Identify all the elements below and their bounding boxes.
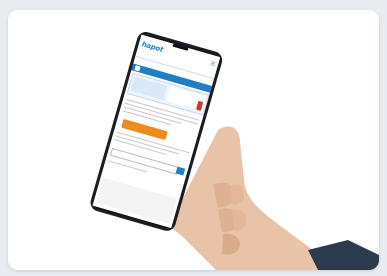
sleeve xyxy=(308,240,379,270)
banner-icon xyxy=(134,65,141,72)
photo-scene: hapot ☰ xyxy=(90,32,379,270)
image-card: hapot ☰ xyxy=(8,10,379,270)
footer-area xyxy=(96,177,177,224)
promo-image-left xyxy=(130,76,168,101)
menu-icon: ☰ xyxy=(209,60,216,68)
site-logo: hapot xyxy=(140,40,165,54)
